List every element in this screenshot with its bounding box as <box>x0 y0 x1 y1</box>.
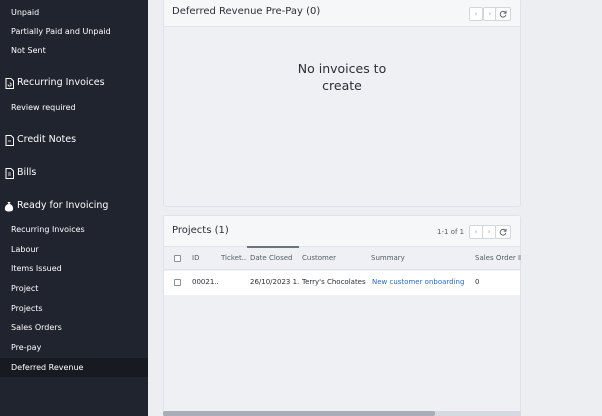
sidebar-item-partially-paid-and-unpaid[interactable]: Partially Paid and Unpaid <box>0 22 148 41</box>
sidebar-item-pre-pay[interactable]: Pre-pay <box>0 338 148 357</box>
table-row[interactable]: 00021... 26/10/2023 1... Terry's Chocola… <box>164 271 520 295</box>
deferred-revenue-panel: Deferred Revenue Pre-Pay (0) ‹ › No invo… <box>163 0 521 207</box>
sidebar-item-unpaid[interactable]: Unpaid <box>0 3 148 22</box>
sidebar-item-project[interactable]: Project <box>0 279 148 298</box>
select-all-checkbox[interactable] <box>174 255 181 262</box>
refresh-button[interactable] <box>495 7 511 21</box>
bill-icon <box>4 167 14 179</box>
sidebar-section-bills[interactable]: Bills <box>0 162 148 184</box>
sort-indicator <box>247 246 299 248</box>
table-header: ID Ticket... Date Closed Customer Summar… <box>164 246 521 270</box>
sidebar-section-label: Recurring Invoices <box>17 77 105 88</box>
sidebar: Unpaid Partially Paid and Unpaid Not Sen… <box>0 0 148 416</box>
column-header-date-closed[interactable]: Date Closed <box>250 254 300 262</box>
refresh-icon <box>499 228 507 236</box>
cell-customer: Terry's Chocolates <box>302 278 366 286</box>
sidebar-section-label: Credit Notes <box>17 134 77 145</box>
cell-date-closed: 26/10/2023 1... <box>250 278 300 286</box>
panel-header: Deferred Revenue Pre-Pay (0) ‹ › <box>164 0 520 27</box>
column-header-ticket[interactable]: Ticket... <box>221 254 247 262</box>
sidebar-item-review-required[interactable]: Review required <box>0 98 148 117</box>
sidebar-item-deferred-revenue[interactable]: Deferred Revenue <box>0 358 148 377</box>
chevron-left-icon: ‹ <box>474 228 478 236</box>
prev-page-button[interactable]: ‹ <box>469 225 483 239</box>
column-header-summary[interactable]: Summary <box>371 254 461 262</box>
sidebar-section-recurring-invoices[interactable]: Recurring Invoices <box>0 72 148 94</box>
refresh-button[interactable] <box>495 225 511 239</box>
chevron-right-icon: › <box>487 228 491 236</box>
panel-header: Projects (1) 1-1 of 1 ‹ › <box>164 216 520 246</box>
next-page-button[interactable]: › <box>482 225 496 239</box>
column-header-sales-order-id[interactable]: Sales Order ID <box>475 254 521 262</box>
cell-summary-link[interactable]: New customer onboarding <box>372 278 472 286</box>
sidebar-section-label: Bills <box>17 167 37 178</box>
money-bag-icon <box>4 200 14 212</box>
pagination-text: 1-1 of 1 <box>437 228 465 236</box>
recurring-document-icon <box>4 77 14 89</box>
panel-title: Projects (1) <box>172 225 229 236</box>
sidebar-item-recurring-invoices[interactable]: Recurring Invoices <box>0 220 148 239</box>
sidebar-section-credit-notes[interactable]: Credit Notes <box>0 129 148 151</box>
sidebar-item-not-sent[interactable]: Not Sent <box>0 41 148 60</box>
cell-id: 00021... <box>192 278 219 286</box>
credit-note-icon <box>4 134 14 146</box>
column-header-customer[interactable]: Customer <box>302 254 362 262</box>
sidebar-item-projects[interactable]: Projects <box>0 299 148 318</box>
sidebar-item-sales-orders[interactable]: Sales Orders <box>0 318 148 337</box>
sidebar-item-labour[interactable]: Labour <box>0 240 148 259</box>
projects-panel: Projects (1) 1-1 of 1 ‹ › ID Ticket... D… <box>163 215 521 416</box>
column-header-id[interactable]: ID <box>192 254 216 262</box>
cell-sales-order-id: 0 <box>475 278 480 286</box>
sidebar-section-ready-for-invoicing[interactable]: Ready for Invoicing <box>0 195 148 217</box>
refresh-icon <box>499 10 507 18</box>
chevron-right-icon: › <box>488 10 492 18</box>
panel-title: Deferred Revenue Pre-Pay (0) <box>172 6 321 17</box>
horizontal-scrollbar[interactable] <box>163 411 521 416</box>
sidebar-item-items-issued[interactable]: Items Issued <box>0 259 148 278</box>
row-checkbox[interactable] <box>174 279 181 286</box>
empty-message-line-2: create <box>322 78 362 93</box>
sidebar-section-label: Ready for Invoicing <box>17 200 109 211</box>
chevron-left-icon: ‹ <box>474 10 478 18</box>
scrollbar-thumb[interactable] <box>163 411 435 416</box>
prev-page-button[interactable]: ‹ <box>469 7 483 21</box>
empty-message-line-1: No invoices to <box>297 61 387 76</box>
